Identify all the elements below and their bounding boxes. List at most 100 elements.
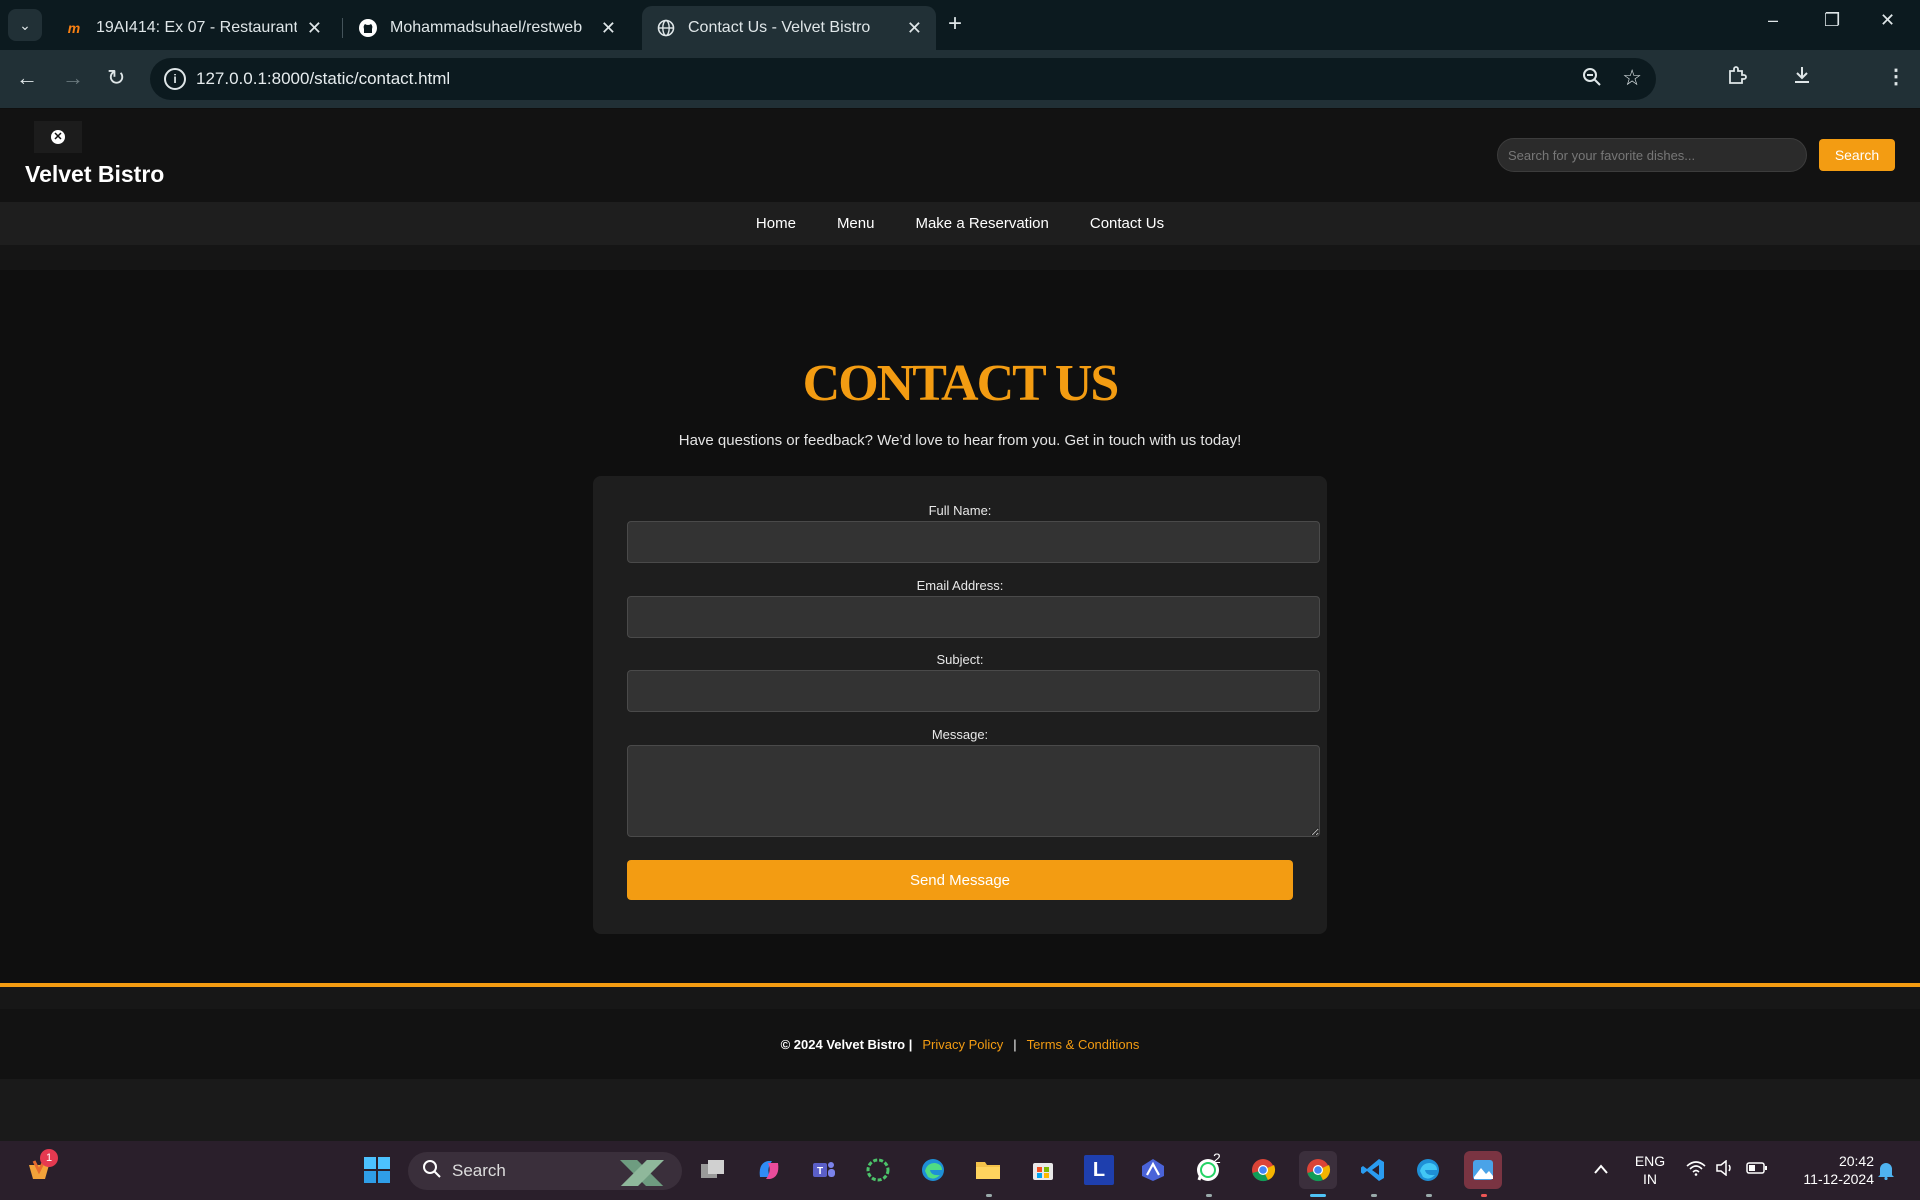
- browser-toolbar: ← → ↻ i 127.0.0.1:8000/static/contact.ht…: [0, 50, 1920, 142]
- extensions-puzzle-icon[interactable]: [1726, 64, 1748, 92]
- bookmark-star-icon[interactable]: ☆: [1622, 65, 1642, 91]
- page-title: CONTACT US: [802, 355, 1120, 412]
- time-text: 20:42: [1838, 1153, 1874, 1169]
- broken-image-icon: ✕: [51, 130, 65, 144]
- taskbar-search[interactable]: Search: [408, 1152, 682, 1190]
- notification-bell-icon[interactable]: [1877, 1160, 1895, 1185]
- running-indicator: [1481, 1194, 1487, 1197]
- site-info-icon[interactable]: i: [164, 68, 186, 90]
- nav-menu[interactable]: Menu: [837, 215, 875, 232]
- intro-text: Have questions or feedback? We’d love to…: [678, 432, 1242, 449]
- tab-contact-us[interactable]: Contact Us - Velvet Bistro ✕: [642, 6, 936, 50]
- reload-button[interactable]: ↻: [107, 64, 125, 92]
- restore-button[interactable]: ❐: [1824, 10, 1840, 31]
- dish-search-input[interactable]: [1497, 138, 1807, 172]
- search-label: Search: [452, 1161, 506, 1180]
- tab-github[interactable]: Mohammadsuhael/restweb ✕: [344, 6, 630, 50]
- terms-link[interactable]: Terms & Conditions: [1027, 1037, 1140, 1052]
- clock[interactable]: 20:42 11-12-2024: [1784, 1152, 1874, 1188]
- download-icon[interactable]: [1791, 64, 1813, 92]
- close-tab-icon[interactable]: ✕: [307, 18, 322, 39]
- file-explorer-icon[interactable]: [969, 1151, 1007, 1189]
- start-button[interactable]: [358, 1151, 396, 1189]
- notification-badge: 1: [40, 1149, 58, 1167]
- tab-title: Contact Us - Velvet Bistro: [688, 19, 871, 36]
- email-field[interactable]: [627, 596, 1320, 638]
- tab-moodle[interactable]: m 19AI414: Ex 07 - Restaurant Website ✕: [50, 6, 336, 50]
- active-indicator: [1310, 1194, 1326, 1197]
- github-icon: [358, 18, 378, 38]
- photos-icon[interactable]: [1464, 1151, 1502, 1189]
- plus-icon: +: [948, 10, 963, 37]
- close-tab-icon[interactable]: ✕: [601, 18, 616, 39]
- tab-search-button[interactable]: ⌄: [8, 9, 42, 41]
- running-indicator: [1371, 1194, 1377, 1197]
- forward-button[interactable]: →: [62, 64, 84, 92]
- reload-icon: ↻: [107, 65, 126, 90]
- footer-spacer: [0, 987, 1920, 1009]
- close-window-button[interactable]: ✕: [1880, 10, 1895, 31]
- restore-icon: ❐: [1824, 10, 1841, 30]
- windows-taskbar: 1 Search T L 2 ENG IN 20:42 11-12-2024: [0, 1141, 1920, 1200]
- copyright-text: © 2024 Velvet Bistro |: [780, 1036, 913, 1052]
- svg-text:T: T: [817, 1166, 823, 1177]
- more-menu-icon[interactable]: ⋮: [1886, 64, 1906, 89]
- wifi-icon[interactable]: [1686, 1160, 1706, 1181]
- arrow-right-icon: →: [62, 65, 84, 90]
- running-indicator: [1206, 1194, 1212, 1197]
- url-text[interactable]: 127.0.0.1:8000/static/contact.html: [196, 69, 450, 89]
- close-icon: ✕: [1880, 10, 1896, 30]
- new-tab-button[interactable]: +: [948, 10, 962, 38]
- tab-divider: [342, 18, 343, 38]
- loading-app-icon[interactable]: [859, 1151, 897, 1189]
- brand-name[interactable]: Velvet Bistro: [25, 161, 164, 188]
- search-button[interactable]: Search: [1819, 139, 1895, 171]
- volume-icon[interactable]: [1715, 1159, 1735, 1181]
- zoom-icon[interactable]: [1582, 67, 1602, 93]
- site-footer: © 2024 Velvet Bistro | Privacy Policy | …: [0, 1009, 1920, 1079]
- copilot-icon[interactable]: [750, 1151, 788, 1189]
- full-name-field[interactable]: [627, 521, 1320, 563]
- teams-icon[interactable]: T: [805, 1151, 843, 1189]
- message-field[interactable]: [627, 745, 1320, 837]
- date-text: 11-12-2024: [1803, 1171, 1874, 1187]
- privacy-policy-link[interactable]: Privacy Policy: [922, 1037, 1003, 1052]
- nav-contact-us[interactable]: Contact Us: [1090, 215, 1164, 232]
- site-header: ✕ Velvet Bistro Search: [0, 109, 1920, 202]
- chrome-icon[interactable]: [1244, 1151, 1282, 1189]
- edge-icon[interactable]: [914, 1151, 952, 1189]
- browser-tab-strip: ⌄ m 19AI414: Ex 07 - Restaurant Website …: [0, 0, 1920, 50]
- close-tab-icon[interactable]: ✕: [907, 18, 922, 39]
- store-icon[interactable]: [1024, 1151, 1062, 1189]
- tab-title: 19AI414: Ex 07 - Restaurant Website: [96, 19, 297, 36]
- contact-form: Full Name: Email Address: Subject: Messa…: [593, 476, 1327, 934]
- edge-dev-icon[interactable]: [1409, 1151, 1447, 1189]
- l-app-icon[interactable]: L: [1084, 1155, 1114, 1185]
- send-message-button[interactable]: Send Message: [627, 860, 1293, 900]
- battery-icon[interactable]: [1746, 1160, 1768, 1180]
- language-code: ENG: [1634, 1153, 1666, 1169]
- full-name-label: Full Name:: [928, 503, 992, 518]
- language-indicator[interactable]: ENG IN: [1630, 1152, 1670, 1188]
- address-bar[interactable]: i 127.0.0.1:8000/static/contact.html ☆: [150, 58, 1656, 100]
- subject-label: Subject:: [936, 652, 984, 667]
- footer-separator: |: [1013, 1036, 1017, 1052]
- whatsapp-icon[interactable]: [1189, 1151, 1227, 1189]
- page-bottom-area: [0, 1079, 1920, 1141]
- minimize-button[interactable]: –: [1768, 10, 1778, 31]
- chrome-profile-icon[interactable]: [1299, 1151, 1337, 1189]
- vscode-icon[interactable]: [1354, 1151, 1392, 1189]
- region-code: IN: [1643, 1171, 1657, 1187]
- web-page: ✕ Velvet Bistro Search Home Menu Make a …: [0, 109, 1920, 1141]
- nav-home[interactable]: Home: [756, 215, 796, 232]
- task-view-icon[interactable]: [694, 1151, 732, 1189]
- running-indicator: [1426, 1194, 1432, 1197]
- logo[interactable]: ✕: [34, 121, 82, 153]
- arc-app-icon[interactable]: [1134, 1151, 1172, 1189]
- arrow-left-icon: ←: [16, 65, 38, 90]
- back-button[interactable]: ←: [16, 64, 38, 92]
- subject-field[interactable]: [627, 670, 1320, 712]
- nav-reservation[interactable]: Make a Reservation: [915, 215, 1048, 232]
- chevron-up-icon[interactable]: [1593, 1160, 1609, 1180]
- globe-icon: [656, 18, 676, 38]
